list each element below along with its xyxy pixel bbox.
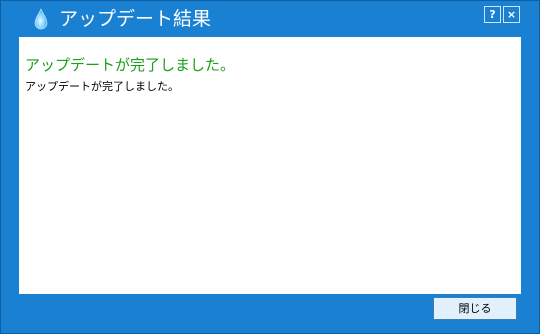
window-title: アップデート結果 — [59, 8, 212, 30]
help-icon: ? — [489, 8, 496, 21]
help-button[interactable]: ? — [484, 6, 501, 23]
close-window-button[interactable]: × — [503, 6, 520, 23]
title-bar[interactable]: アップデート結果 ? × — [1, 1, 539, 37]
result-heading: アップデートが完了しました。 — [25, 56, 236, 74]
result-message: アップデートが完了しました。 — [25, 80, 179, 93]
water-drop-icon — [34, 8, 48, 30]
close-icon: × — [506, 8, 517, 21]
update-result-dialog: アップデート結果 ? × アップデートが完了しました。 アップデートが完了しまし… — [0, 0, 540, 334]
result-panel: アップデートが完了しました。 アップデートが完了しました。 — [19, 37, 521, 294]
close-button[interactable]: 閉じる — [433, 297, 517, 320]
